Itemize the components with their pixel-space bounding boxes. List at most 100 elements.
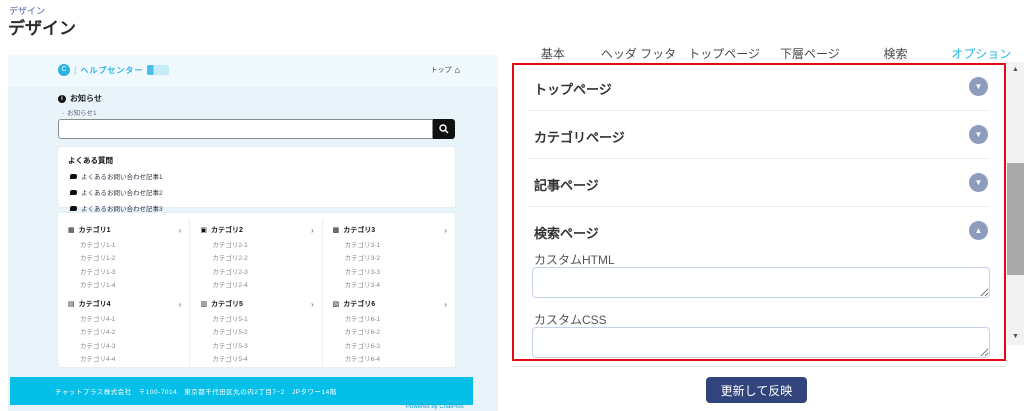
custom-css-textarea[interactable] (532, 327, 990, 358)
tab-basic[interactable]: 基本 (510, 45, 596, 63)
settings-tab-bar: 基本 ヘッダ フッタ トップページ 下層ページ 検索 オプション (510, 45, 1024, 63)
home-icon: ⌂ (455, 65, 460, 75)
category-icon: ▧ (333, 300, 340, 308)
chevron-down-icon[interactable]: ▼ (969, 125, 988, 144)
category-item-link[interactable]: カテゴリ3-1 (333, 235, 447, 249)
tab-lower-page[interactable]: 下層ページ (767, 45, 853, 63)
category-item-link[interactable]: カテゴリ5-4 (200, 350, 313, 364)
faq-item[interactable]: よくあるお問い合わせ記事1 (58, 168, 455, 184)
notice-item[interactable]: -お知らせ1 (62, 107, 97, 117)
logo-separator: | (74, 65, 76, 75)
category-item-link[interactable]: カテゴリ2-3 (200, 262, 313, 276)
divider (528, 158, 990, 159)
faq-card: よくある質問 よくあるお問い合わせ記事1 よくあるお問い合わせ記事2 よくあるお… (58, 147, 455, 207)
category-name: カテゴリ1 (79, 225, 111, 235)
faq-item[interactable]: よくあるお問い合わせ記事2 (58, 184, 455, 200)
tab-header-footer[interactable]: ヘッダ フッタ (596, 45, 682, 63)
accordion-label: 検索ページ (534, 223, 599, 242)
search-button[interactable] (433, 119, 455, 139)
chevron-right-icon: › (311, 226, 314, 235)
tab-search[interactable]: 検索 (853, 45, 939, 63)
accordion-top-page[interactable]: トップページ ▼ (514, 65, 1004, 111)
category-item-link[interactable]: カテゴリ5-2 (200, 323, 313, 337)
chevron-right-icon: › (179, 300, 182, 309)
category-name: カテゴリ2 (211, 225, 243, 235)
divider (528, 206, 990, 207)
categories-grid: ▦ カテゴリ1 › カテゴリ1-1 カテゴリ1-2 カテゴリ1-3 カテゴリ1-… (58, 219, 455, 367)
chat-bubble-icon (70, 190, 77, 195)
category-block-2: ▣ カテゴリ2 › カテゴリ2-1 カテゴリ2-2 カテゴリ2-3 カテゴリ2-… (190, 219, 322, 293)
category-item-link[interactable]: カテゴリ4-2 (68, 323, 181, 337)
category-block-5: ▥ カテゴリ5 › カテゴリ5-1 カテゴリ5-2 カテゴリ5-3 カテゴリ5-… (190, 293, 322, 367)
category-name: カテゴリ5 (211, 299, 243, 309)
category-item-link[interactable]: カテゴリ4-3 (68, 336, 181, 350)
category-item-link[interactable]: カテゴリ1-3 (68, 262, 181, 276)
tab-top-page[interactable]: トップページ (681, 45, 767, 63)
options-scrollbar[interactable]: ▲ ▼ (1007, 62, 1024, 345)
scrollbar-thumb[interactable] (1007, 163, 1024, 275)
accordion-label: 記事ページ (534, 175, 599, 194)
category-item-link[interactable]: カテゴリ1-4 (68, 276, 181, 290)
custom-html-textarea[interactable] (532, 267, 990, 298)
accordion-label: カテゴリページ (534, 127, 625, 146)
tab-options[interactable]: オプション (938, 45, 1024, 63)
preview-logo[interactable]: C | ヘルプセンター (58, 64, 169, 76)
category-item-link[interactable]: カテゴリ4-4 (68, 350, 181, 364)
accordion-label: トップページ (534, 79, 612, 98)
faq-item-label: よくあるお問い合わせ記事1 (81, 171, 163, 181)
category-block-4: ▤ カテゴリ4 › カテゴリ4-1 カテゴリ4-2 カテゴリ4-3 カテゴリ4-… (58, 293, 190, 367)
category-name: カテゴリ3 (343, 225, 375, 235)
category-item-link[interactable]: カテゴリ6-4 (333, 350, 447, 364)
site-preview-pane: C | ヘルプセンター トップ ⌂ i お知らせ -お知らせ1 よくある質問 よ… (8, 55, 498, 411)
chevron-right-icon: › (311, 300, 314, 309)
category-header[interactable]: ▤ カテゴリ4 › (68, 299, 181, 309)
category-header[interactable]: ▧ カテゴリ6 › (333, 299, 447, 309)
category-item-link[interactable]: カテゴリ3-4 (333, 276, 447, 290)
preview-top-link[interactable]: トップ ⌂ (431, 65, 460, 75)
chevron-down-icon[interactable]: ▼ (969, 173, 988, 192)
category-header[interactable]: ▦ カテゴリ1 › (68, 225, 181, 235)
category-item-link[interactable]: カテゴリ5-1 (200, 309, 313, 323)
category-item-link[interactable]: カテゴリ2-2 (200, 249, 313, 263)
category-item-link[interactable]: カテゴリ3-2 (333, 249, 447, 263)
search-icon (439, 124, 449, 134)
category-header[interactable]: ▩ カテゴリ3 › (333, 225, 447, 235)
category-item-link[interactable]: カテゴリ1-2 (68, 249, 181, 263)
category-icon: ▤ (68, 300, 75, 308)
category-item-link[interactable]: カテゴリ1-1 (68, 235, 181, 249)
powered-by-logo (147, 65, 169, 75)
notice-item-label: お知らせ1 (67, 110, 97, 117)
scroll-up-icon[interactable]: ▲ (1007, 62, 1024, 78)
site-logo-icon: C (58, 64, 70, 76)
category-header[interactable]: ▣ カテゴリ2 › (200, 225, 313, 235)
categories-card: ▦ カテゴリ1 › カテゴリ1-1 カテゴリ1-2 カテゴリ1-3 カテゴリ1-… (58, 213, 455, 367)
category-item-link[interactable]: カテゴリ4-1 (68, 309, 181, 323)
chevron-up-icon[interactable]: ▲ (969, 221, 988, 240)
accordion-article-page[interactable]: 記事ページ ▼ (514, 161, 1004, 207)
category-item-link[interactable]: カテゴリ6-2 (333, 323, 447, 337)
category-item-link[interactable]: カテゴリ3-3 (333, 262, 447, 276)
chat-bubble-icon (70, 174, 77, 179)
category-item-link[interactable]: カテゴリ2-1 (200, 235, 313, 249)
preview-footer: チャットプラス株式会社 〒100-7014 東京都千代田区丸の内2丁目7−2 J… (10, 377, 473, 405)
info-icon: i (58, 95, 66, 103)
category-header[interactable]: ▥ カテゴリ5 › (200, 299, 313, 309)
divider (512, 366, 1006, 367)
update-apply-button[interactable]: 更新して反映 (706, 377, 807, 403)
category-item-link[interactable]: カテゴリ6-3 (333, 336, 447, 350)
accordion-search-page[interactable]: 検索ページ ▲ (514, 209, 1004, 255)
search-input[interactable] (58, 119, 433, 139)
category-item-link[interactable]: カテゴリ2-4 (200, 276, 313, 290)
custom-html-label: カスタムHTML (534, 251, 615, 268)
faq-item-label: よくあるお問い合わせ記事3 (81, 203, 163, 213)
accordion-category-page[interactable]: カテゴリページ ▼ (514, 113, 1004, 159)
category-icon: ▩ (333, 226, 340, 234)
chevron-down-icon[interactable]: ▼ (969, 77, 988, 96)
notice-bullet: - (62, 110, 64, 117)
category-item-link[interactable]: カテゴリ6-1 (333, 309, 447, 323)
preview-header-bar: C | ヘルプセンター トップ ⌂ (8, 55, 498, 87)
scroll-down-icon[interactable]: ▼ (1007, 329, 1024, 345)
category-item-link[interactable]: カテゴリ5-3 (200, 336, 313, 350)
category-block-3: ▩ カテゴリ3 › カテゴリ3-1 カテゴリ3-2 カテゴリ3-3 カテゴリ3-… (323, 219, 455, 293)
preview-search-bar (58, 119, 455, 139)
